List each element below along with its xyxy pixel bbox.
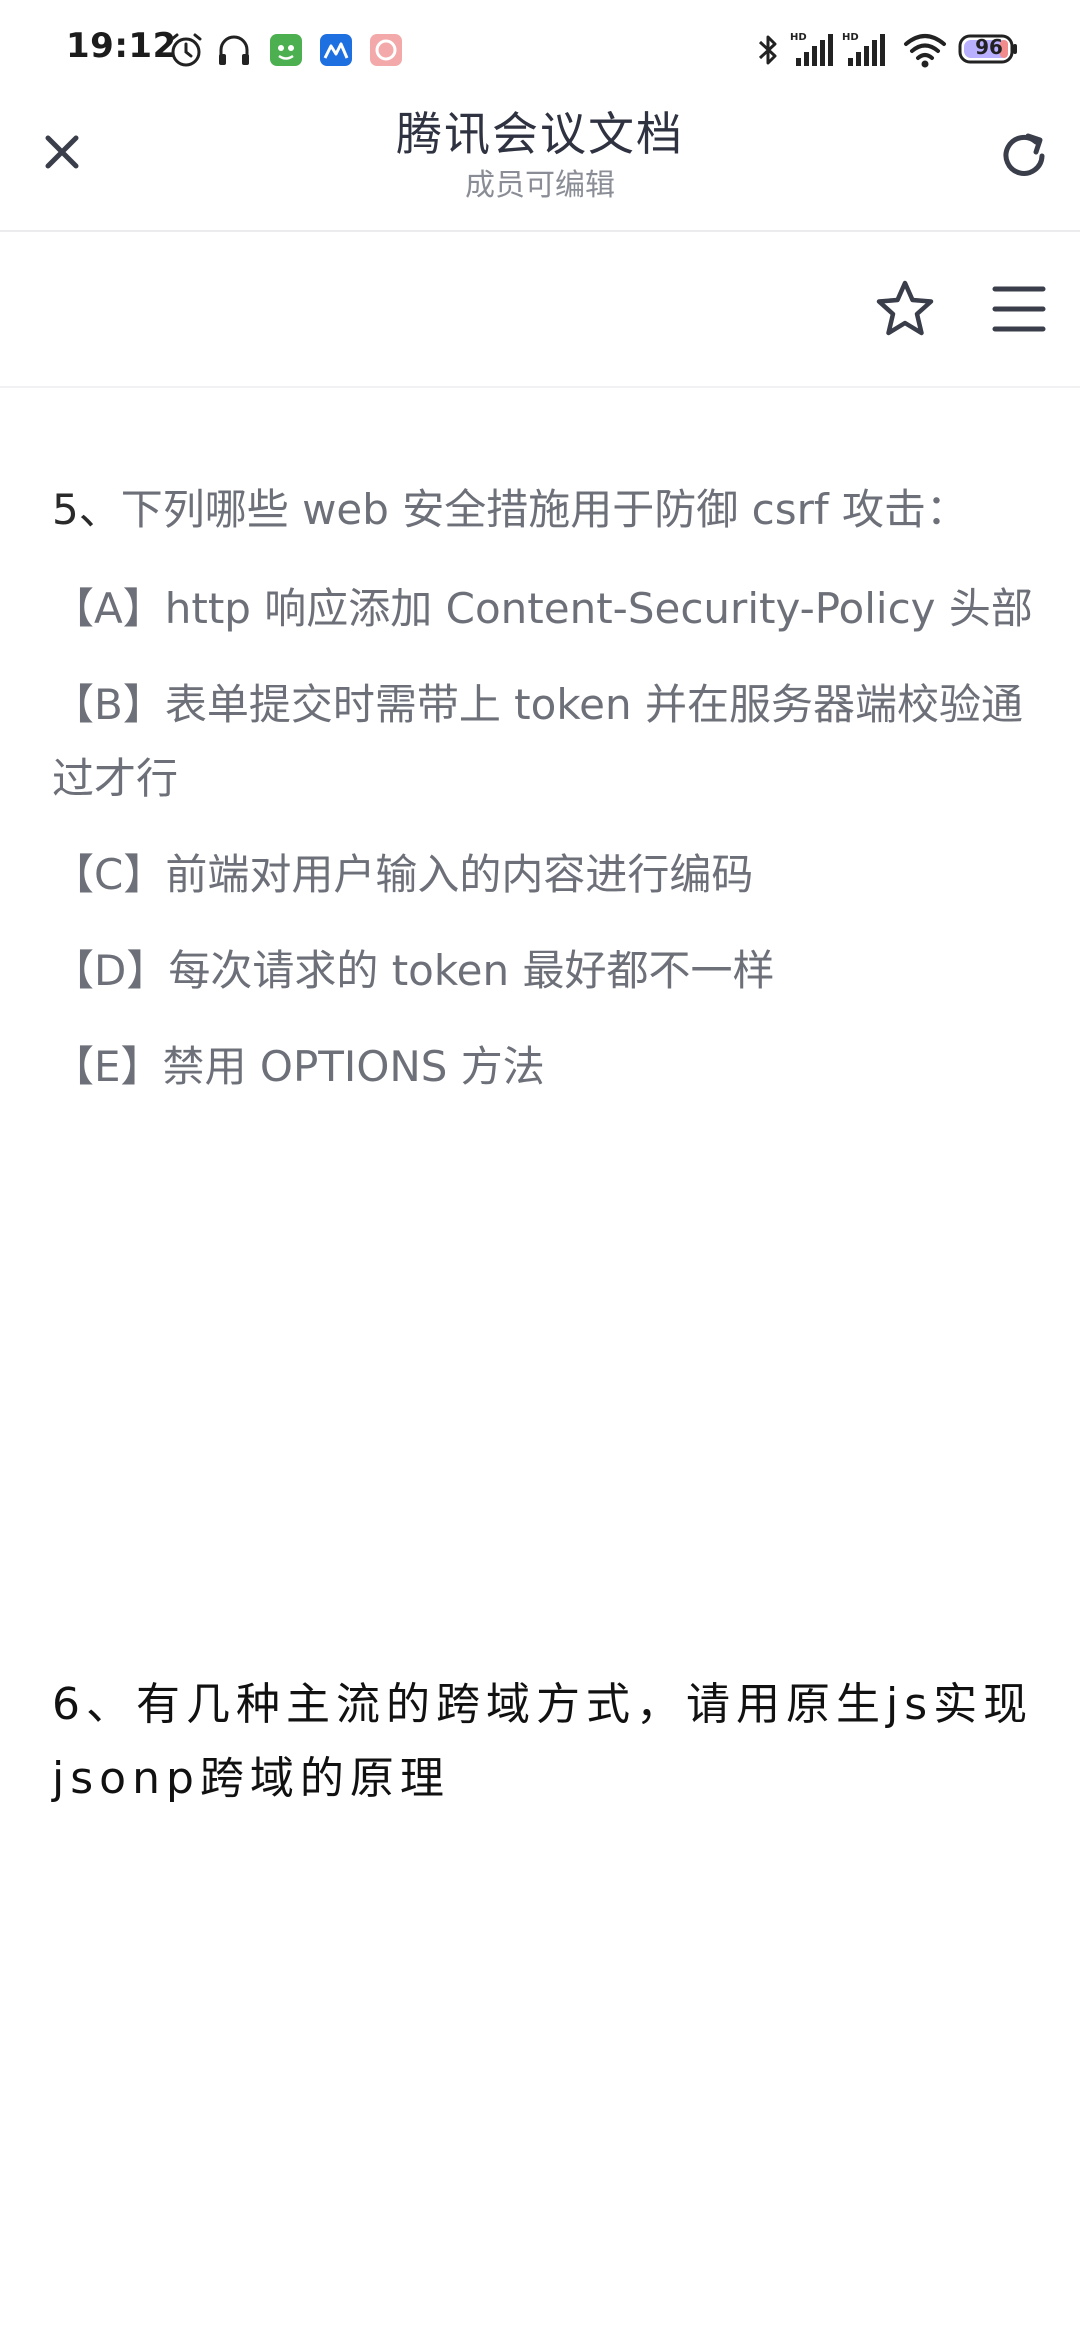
question-6[interactable]: 6、有几种主流的跨域方式，请用原生js实现jsonp跨域的原理 xyxy=(52,1668,1042,1816)
page-subtitle: 成员可编辑 xyxy=(465,168,615,203)
question-5-number: 5、 xyxy=(52,485,121,534)
doc-toolbar xyxy=(0,232,1080,388)
star-icon xyxy=(876,280,934,336)
option-e[interactable]: 【E】禁用 OPTIONS 方法 xyxy=(52,1030,1042,1104)
status-bar: 19:12 HD HD 96 xyxy=(0,0,1080,96)
close-button[interactable] xyxy=(34,124,90,180)
favorite-button[interactable] xyxy=(870,274,940,344)
headphones-icon xyxy=(214,30,254,70)
signal-hd-icon: HD xyxy=(790,30,836,70)
app-blue-icon xyxy=(316,30,356,70)
svg-text:HD: HD xyxy=(842,32,859,43)
battery-level: 96 xyxy=(975,35,1003,59)
question-5[interactable]: 5、下列哪些 web 安全措施用于防御 csrf 攻击： xyxy=(52,482,1042,538)
option-c[interactable]: 【C】前端对用户输入的内容进行编码 xyxy=(52,838,1042,912)
menu-button[interactable] xyxy=(988,278,1050,340)
title-block: 腾讯会议文档 成员可编辑 xyxy=(200,104,880,206)
question-5-text: 下列哪些 web 安全措施用于防御 csrf 攻击： xyxy=(120,485,969,534)
menu-icon xyxy=(992,286,1046,332)
app-pink-icon xyxy=(366,30,406,70)
status-time: 19:12 xyxy=(66,26,177,66)
svg-text:HD: HD xyxy=(790,32,807,43)
option-d[interactable]: 【D】每次请求的 token 最好都不一样 xyxy=(52,934,1042,1008)
alarm-icon xyxy=(166,30,206,70)
refresh-button[interactable] xyxy=(992,124,1056,188)
option-a[interactable]: 【A】http 响应添加 Content-Security-Policy 头部 xyxy=(52,572,1042,646)
wifi-icon xyxy=(902,30,948,70)
app-green-icon xyxy=(266,30,306,70)
option-b[interactable]: 【B】表单提交时需带上 token 并在服务器端校验通过才行 xyxy=(52,668,1042,816)
close-icon xyxy=(45,135,79,169)
title-bar: 腾讯会议文档 成员可编辑 xyxy=(0,96,1080,232)
bluetooth-icon xyxy=(748,30,788,70)
signal-hd-icon: HD xyxy=(842,30,888,70)
refresh-icon xyxy=(1003,133,1045,176)
page-title: 腾讯会议文档 xyxy=(396,107,684,161)
